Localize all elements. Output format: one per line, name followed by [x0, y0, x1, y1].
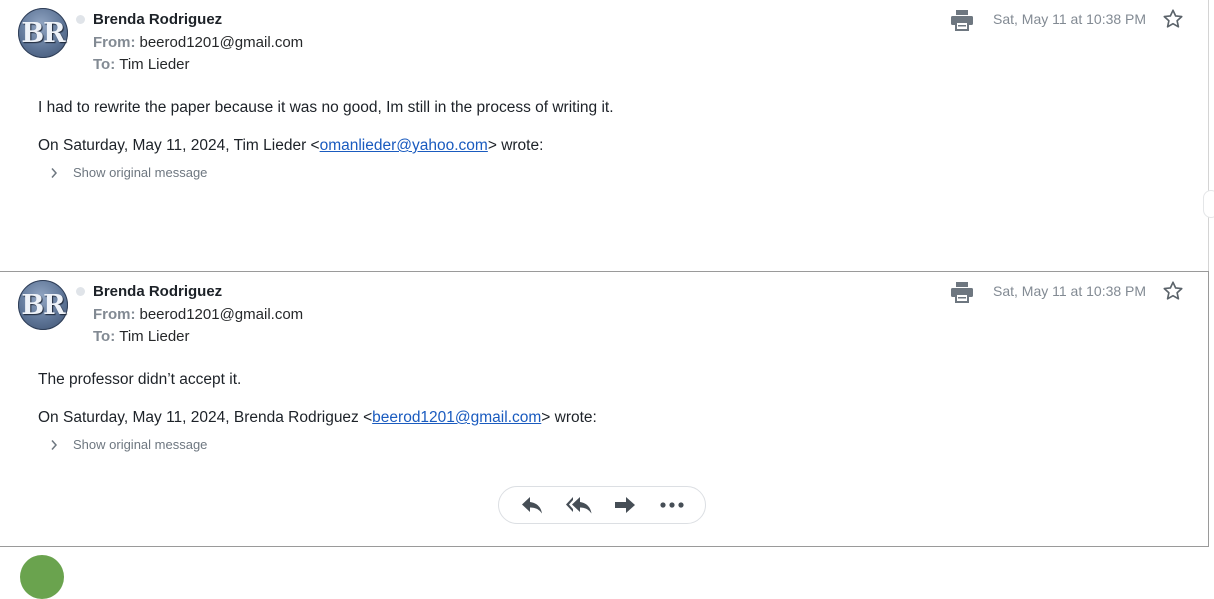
to-name[interactable]: Tim Lieder — [119, 56, 189, 73]
reply-button[interactable] — [516, 491, 548, 519]
chevron-right-icon — [51, 167, 58, 178]
email-message-2: BR Brenda Rodriguez From: beerod1201@gmai… — [0, 271, 1209, 547]
quote-suffix: > wrote: — [541, 409, 597, 426]
more-icon — [660, 502, 684, 508]
to-row: To: Tim Lieder — [93, 328, 190, 345]
status-dot — [76, 15, 85, 24]
sender-name[interactable]: Brenda Rodriguez — [93, 283, 222, 300]
sender-name[interactable]: Brenda Rodriguez — [93, 11, 222, 28]
message-date: Sat, May 11 at 10:38 PM — [993, 11, 1147, 27]
reply-all-icon — [565, 497, 592, 514]
message-action-bar — [498, 486, 706, 524]
show-original-label: Show original message — [73, 437, 208, 452]
reply-icon — [522, 497, 543, 514]
from-label: From: — [93, 306, 136, 323]
print-icon[interactable] — [950, 9, 974, 31]
quote-header: On Saturday, May 11, 2024, Tim Lieder <o… — [38, 137, 543, 155]
quote-email-link[interactable]: beerod1201@gmail.com — [372, 409, 541, 426]
quote-email-link[interactable]: omanlieder@yahoo.com — [320, 137, 488, 154]
reply-all-button[interactable] — [563, 491, 595, 519]
show-original-label: Show original message — [73, 165, 208, 180]
avatar[interactable]: BR — [18, 8, 68, 58]
star-icon[interactable] — [1162, 8, 1184, 30]
more-options-button[interactable] — [656, 491, 688, 519]
to-label: To: — [93, 328, 116, 345]
from-row: From: beerod1201@gmail.com — [93, 306, 303, 323]
from-email[interactable]: beerod1201@gmail.com — [140, 34, 304, 51]
chevron-right-icon — [51, 439, 58, 450]
print-icon[interactable] — [950, 281, 974, 303]
star-icon[interactable] — [1162, 280, 1184, 302]
show-original-toggle[interactable]: Show original message — [50, 165, 207, 180]
scroll-handle[interactable] — [1203, 190, 1214, 218]
show-original-toggle[interactable]: Show original message — [50, 437, 207, 452]
quote-header: On Saturday, May 11, 2024, Brenda Rodrig… — [38, 409, 597, 427]
message-date: Sat, May 11 at 10:38 PM — [993, 283, 1147, 299]
quote-suffix: > wrote: — [487, 137, 544, 154]
from-label: From: — [93, 34, 136, 51]
status-dot — [76, 287, 85, 296]
forward-icon — [615, 497, 636, 513]
to-row: To: Tim Lieder — [93, 56, 190, 73]
to-label: To: — [93, 56, 116, 73]
forward-button[interactable] — [609, 491, 641, 519]
message-body: I had to rewrite the paper because it wa… — [38, 99, 614, 116]
to-name[interactable]: Tim Lieder — [119, 328, 189, 345]
avatar[interactable]: BR — [18, 280, 68, 330]
message-body: The professor didn’t accept it. — [38, 371, 242, 388]
quote-prefix: On Saturday, May 11, 2024, Tim Lieder < — [38, 137, 320, 154]
quote-prefix: On Saturday, May 11, 2024, Brenda Rodrig… — [38, 409, 373, 426]
from-email[interactable]: beerod1201@gmail.com — [140, 306, 304, 323]
email-message-1: BR Brenda Rodriguez From: beerod1201@gmai… — [0, 0, 1209, 271]
from-row: From: beerod1201@gmail.com — [93, 34, 303, 51]
